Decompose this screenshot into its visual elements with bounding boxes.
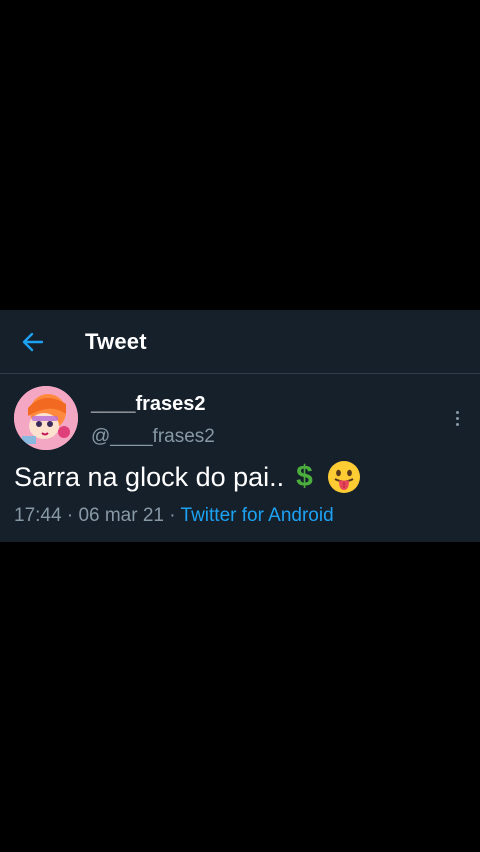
tweet-panel: Tweet ____frases2 @____frases2 Sarra na … [0, 310, 480, 542]
user-handle[interactable]: @____frases2 [91, 426, 215, 448]
arrow-left-icon[interactable] [20, 329, 46, 355]
more-options-icon[interactable] [448, 409, 466, 431]
tweet-meta: 17:44 · 06 mar 21 · Twitter for Android [14, 505, 334, 527]
top-bar: Tweet [0, 310, 480, 374]
heavy-dollar-sign-icon: $ [296, 460, 313, 493]
tweet-source-link[interactable]: Twitter for Android [181, 505, 334, 526]
tweet-text: Sarra na glock do pai.. $ [14, 460, 361, 494]
page-title: Tweet [85, 329, 147, 354]
face-with-tongue-icon [327, 460, 361, 494]
display-name[interactable]: ____frases2 [91, 393, 206, 416]
avatar[interactable] [14, 386, 78, 450]
tweet-time: 17:44 [14, 505, 62, 526]
tweet-date: 06 mar 21 [78, 505, 164, 526]
tweet-body: Sarra na glock do pai.. [14, 461, 285, 492]
meta-separator: · [66, 505, 74, 526]
meta-separator: · [169, 505, 176, 526]
